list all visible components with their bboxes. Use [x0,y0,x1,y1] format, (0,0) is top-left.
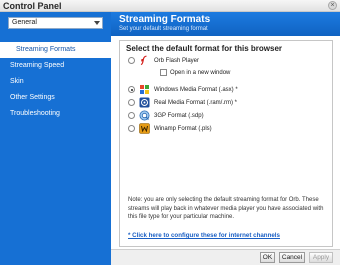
window-title: Control Panel [3,1,62,11]
new-window-label: Open in a new window [170,70,231,76]
sidebar: General Streaming Formats Streaming Spee… [0,12,112,265]
windows-media-icon [140,85,149,94]
quicktime-icon [139,110,150,121]
title-bar: Control Panel × [0,0,340,12]
sidebar-item-other-settings[interactable]: Other Settings [0,90,111,106]
sidebar-nav: Streaming Formats Streaming Speed Skin O… [0,42,112,122]
option-flash-label: Orb Flash Player [154,58,200,64]
configure-channels-link[interactable]: * Click here to configure these for inte… [128,232,280,239]
chevron-down-icon [94,21,100,25]
new-window-checkbox[interactable] [160,69,167,76]
option-real-media-label: Real Media Format (.ram/.rm) * [154,100,238,106]
flash-icon [140,55,147,66]
option-3gp-label: 3GP Format (.sdp) [154,113,204,119]
format-panel: Select the default format for this brows… [119,40,333,247]
option-winamp-label: Winamp Format (.pls) [154,126,212,132]
page-header: Streaming Formats Set your default strea… [111,12,340,36]
ok-button[interactable]: OK [260,252,275,263]
page-title: Streaming Formats [119,14,211,25]
apply-button[interactable]: Apply [309,252,333,263]
winamp-icon [139,123,150,134]
sidebar-item-streaming-speed[interactable]: Streaming Speed [0,58,111,74]
category-select[interactable]: General [8,17,103,29]
radio-windows-media[interactable] [128,86,135,93]
category-select-value: General [12,19,37,26]
radio-3gp[interactable] [128,112,135,119]
format-note: Note: you are only selecting the default… [128,197,324,220]
radio-real-media[interactable] [128,99,135,106]
footer-bar: OK Cancel Apply [111,249,340,265]
cancel-button[interactable]: Cancel [279,252,305,263]
sidebar-item-skin[interactable]: Skin [0,74,111,90]
option-windows-media-label: Windows Media Format (.asx) * [154,87,238,93]
radio-flash[interactable] [128,57,135,64]
close-icon[interactable]: × [328,1,337,10]
radio-winamp[interactable] [128,125,135,132]
sidebar-item-streaming-formats[interactable]: Streaming Formats [0,42,112,58]
sidebar-item-troubleshooting[interactable]: Troubleshooting [0,106,111,122]
panel-heading: Select the default format for this brows… [126,44,283,53]
real-media-icon [139,97,150,108]
page-subtitle: Set your default streaming format [119,26,208,32]
